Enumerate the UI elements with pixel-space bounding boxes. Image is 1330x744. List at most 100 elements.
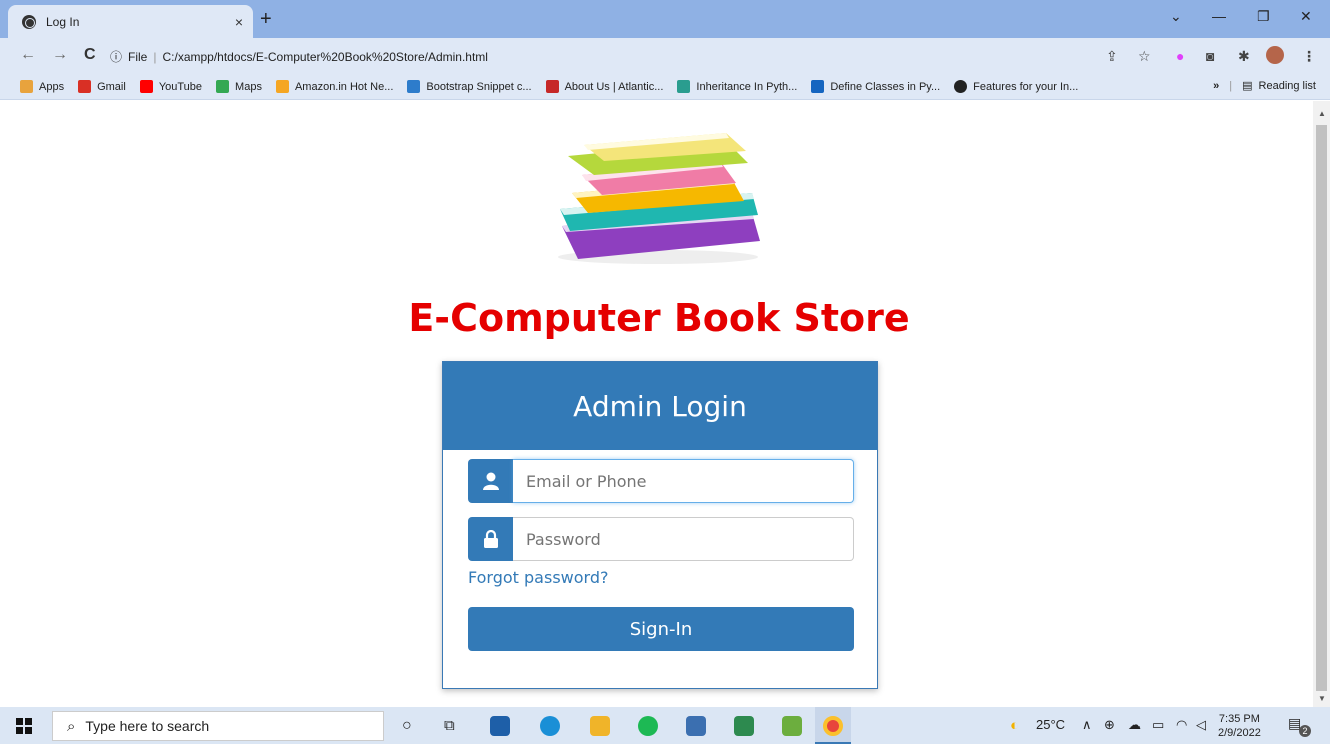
login-card: Admin Login Forgot password? Sign-In [442,361,878,689]
email-input[interactable] [513,459,854,503]
task-view-icon[interactable]: ⧉ [444,717,455,734]
notification-count: 2 [1299,725,1311,737]
taskbar: ⌕ Type here to search ○ ⧉ ◐ 25°C ∧ ⊕ ☁ ▭… [0,707,1330,744]
chrome-icon [823,716,843,736]
edge-icon[interactable] [540,716,560,736]
bookmark-label: YouTube [158,80,203,93]
url-scheme: File [128,49,148,64]
forward-button[interactable]: → [52,46,68,64]
globe-icon [22,14,36,29]
bookmark-item[interactable]: Apps [20,80,64,93]
youtube-icon [139,80,153,93]
bookmark-item[interactable]: About Us | Atlantic... [545,80,664,93]
scrollbar-thumb[interactable] [1316,125,1327,691]
bookmark-item[interactable]: Bootstrap Snippet c... [407,80,532,93]
books-logo [558,133,760,264]
chevron-up-icon[interactable]: ∧ [1082,717,1092,733]
login-title: Admin Login [443,362,877,450]
bookmark-label: About Us | Atlantic... [564,80,664,93]
bookmark-divider: | [1229,79,1233,92]
store-icon[interactable] [490,716,510,736]
windows-start-icon[interactable] [16,718,32,734]
file-explorer-icon[interactable] [590,716,610,736]
page-scrollbar[interactable]: ▲ ▼ [1313,101,1330,707]
tab-strip: Log In × + ⌄ — ❐ ✕ [0,0,1330,38]
chrome-taskbar-item[interactable] [815,707,851,744]
bookmark-label: Bootstrap Snippet c... [426,80,532,93]
bookmark-item[interactable]: Define Classes in Py... [811,80,940,93]
page-content: E-Computer Book Store Admin Login Forgot… [0,101,1313,707]
store-title: E-Computer Book Store [408,296,910,340]
menu-dots-icon[interactable]: ⋮ [1302,48,1316,65]
bookmark-label: Amazon.in Hot Ne... [294,80,394,93]
taskbar-search-placeholder: Type here to search [85,718,210,734]
extensions-puzzle-icon[interactable]: ✱ [1238,48,1250,65]
volume-icon[interactable]: ◁ [1196,717,1206,733]
browser-toolbar: ← → C ⓘ File | C:/xampp/htdocs/E-Compute… [0,38,1330,74]
forgot-password-link[interactable]: Forgot password? [468,568,608,587]
browser-tab[interactable]: Log In × [8,5,253,38]
close-window-button[interactable]: ✕ [1300,8,1312,25]
back-button[interactable]: ← [20,46,36,64]
editor-icon[interactable] [734,716,754,736]
amazon-icon [275,80,289,93]
bookmark-item[interactable]: Gmail [78,80,126,93]
tab-title: Log In [46,14,80,29]
lock-icon [468,517,513,561]
maps-icon [216,80,230,93]
bookmark-label: Inheritance In Pyth... [696,80,798,93]
clock-time: 7:35 PM [1218,713,1260,725]
more-bookmarks-button[interactable]: » [1213,80,1219,92]
camera-extension-icon[interactable]: ◙ [1206,48,1214,64]
notepad-icon[interactable] [686,716,706,736]
apps-grid-icon [20,80,33,93]
email-field-group [468,459,854,503]
bookmark-item[interactable]: Amazon.in Hot Ne... [275,80,394,93]
address-bar[interactable]: ⓘ File | C:/xampp/htdocs/E-Computer%20Bo… [110,43,1160,70]
weather-temp[interactable]: 25°C [1036,717,1065,732]
atlantic-icon [545,80,559,93]
bookmark-label: Maps [235,80,262,93]
bookmark-item[interactable]: Maps [216,80,262,93]
gmail-icon [78,80,92,93]
app-icon[interactable] [782,716,802,736]
bookmark-item[interactable]: YouTube [139,80,203,93]
password-field-group [468,517,854,561]
star-icon[interactable]: ☆ [1138,48,1151,65]
tab-search-chevron-icon[interactable]: ⌄ [1170,8,1182,25]
url-separator: | [153,49,157,64]
bookmark-label: Define Classes in Py... [830,80,941,93]
share-icon[interactable]: ⇪ [1106,48,1118,65]
weather-icon[interactable]: ◐ [1010,717,1019,734]
sign-in-button[interactable]: Sign-In [468,607,854,651]
info-icon[interactable]: ⓘ [110,48,122,65]
restore-button[interactable]: ❐ [1257,8,1270,25]
reading-list-button[interactable]: Reading list [1259,80,1316,92]
bookmark-label: Apps [39,80,65,93]
clock-date: 2/9/2022 [1218,727,1261,739]
bootstrap-icon [407,80,421,93]
reload-button[interactable]: C [84,46,96,64]
cortana-icon[interactable]: ○ [402,717,412,735]
bookmark-item[interactable]: Features for your In... [954,80,1078,93]
taskbar-search[interactable]: ⌕ Type here to search [52,711,384,741]
wifi-icon[interactable]: ◠ [1176,717,1187,733]
meet-icon[interactable]: ⊕ [1104,717,1115,733]
bookmarks-bar: Apps Gmail YouTube Maps Amazon.in Hot Ne… [0,74,1330,100]
spotify-icon[interactable] [638,716,658,736]
battery-icon[interactable]: ▭ [1152,717,1164,733]
bookmark-label: Features for your In... [973,80,1079,93]
tab-close-icon[interactable]: × [235,14,243,30]
url-text[interactable]: C:/xampp/htdocs/E-Computer%20Book%20Stor… [162,50,487,64]
password-input[interactable] [513,517,854,561]
extension-color-icon[interactable]: ● [1176,48,1184,64]
minimize-button[interactable]: — [1212,8,1226,24]
clock[interactable]: 7:35 PM 2/9/2022 [1218,712,1261,740]
scroll-up-icon[interactable]: ▲ [1318,109,1326,118]
bookmark-item[interactable]: Inheritance In Pyth... [677,80,797,93]
search-icon: ⌕ [67,717,76,735]
new-tab-button[interactable]: + [260,8,272,31]
onedrive-icon[interactable]: ☁ [1128,717,1141,733]
scroll-down-icon[interactable]: ▼ [1318,694,1326,703]
profile-avatar[interactable] [1266,46,1284,64]
